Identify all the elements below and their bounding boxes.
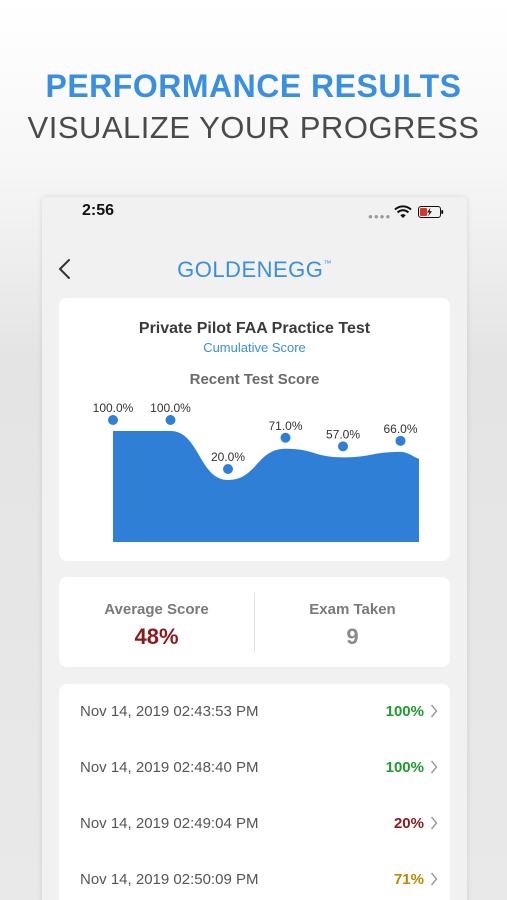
result-date: Nov 14, 2019 02:49:04 PM: [80, 815, 259, 832]
score-label: 71.0%: [268, 419, 302, 433]
battery-charging-icon: [418, 206, 444, 218]
chart-card: Private Pilot FAA Practice Test Cumulati…: [59, 298, 450, 561]
result-score: 100%: [385, 703, 424, 720]
result-row[interactable]: Nov 14, 2019 02:49:04 PM 20%: [59, 796, 450, 852]
logo-text: GOLDENEGG: [177, 257, 324, 282]
result-row[interactable]: Nov 14, 2019 02:43:53 PM 100%: [59, 684, 450, 740]
result-date: Nov 14, 2019 02:43:53 PM: [80, 703, 259, 720]
chevron-right-icon: [430, 872, 438, 886]
result-score: 100%: [385, 759, 424, 776]
result-row[interactable]: Nov 14, 2019 02:50:09 PM 71%: [59, 852, 450, 900]
result-date: Nov 14, 2019 02:50:09 PM: [80, 871, 259, 888]
score-label: 20.0%: [211, 450, 245, 464]
exams-taken-label: Exam Taken: [309, 601, 396, 618]
score-point: [223, 464, 233, 474]
average-score-value: 48%: [134, 624, 179, 649]
wifi-icon: [394, 205, 412, 218]
average-score-label: Average Score: [104, 601, 209, 618]
chevron-right-icon: [430, 760, 438, 774]
promo-headline: PERFORMANCE RESULTS: [45, 68, 462, 104]
score-point: [338, 441, 348, 452]
exams-taken-value: 9: [346, 624, 359, 649]
score-point: [280, 432, 291, 443]
score-label: 66.0%: [383, 422, 417, 436]
score-point: [108, 415, 118, 425]
phone-screen: 2:56 ●●●● GOLDENEGG™ Private Pilot FAA P…: [42, 197, 467, 900]
logo-trademark: ™: [323, 259, 332, 268]
exams-taken-stat: Exam Taken 9: [255, 601, 450, 650]
result-row[interactable]: Nov 14, 2019 02:48:40 PM 100%: [59, 740, 450, 796]
result-score: 71%: [393, 871, 424, 888]
score-area: [113, 431, 419, 542]
score-point: [395, 435, 406, 446]
score-label: 57.0%: [326, 427, 360, 441]
score-label: 100.0%: [150, 401, 191, 415]
average-score-stat: Average Score 48%: [59, 601, 254, 650]
signal-icon: ●●●●: [368, 212, 392, 221]
status-time: 2:56: [82, 202, 115, 219]
score-point: [165, 415, 176, 425]
recent-score-chart: 100.0% 100.0% 20.0% 71.0% 57.0% 66.0%: [93, 401, 419, 542]
score-label: 100.0%: [93, 401, 134, 415]
chevron-right-icon: [430, 704, 438, 718]
result-score: 20%: [393, 815, 424, 832]
promo-subheadline: VISUALIZE YOUR PROGRESS: [27, 110, 480, 145]
app-logo: GOLDENEGG™: [42, 257, 467, 283]
result-date: Nov 14, 2019 02:48:40 PM: [80, 759, 259, 776]
results-list: Nov 14, 2019 02:43:53 PM 100% Nov 14, 20…: [59, 684, 450, 900]
stats-card: Average Score 48% Exam Taken 9: [59, 577, 450, 667]
chevron-right-icon: [430, 816, 438, 830]
status-bar: 2:56 ●●●●: [42, 197, 467, 227]
